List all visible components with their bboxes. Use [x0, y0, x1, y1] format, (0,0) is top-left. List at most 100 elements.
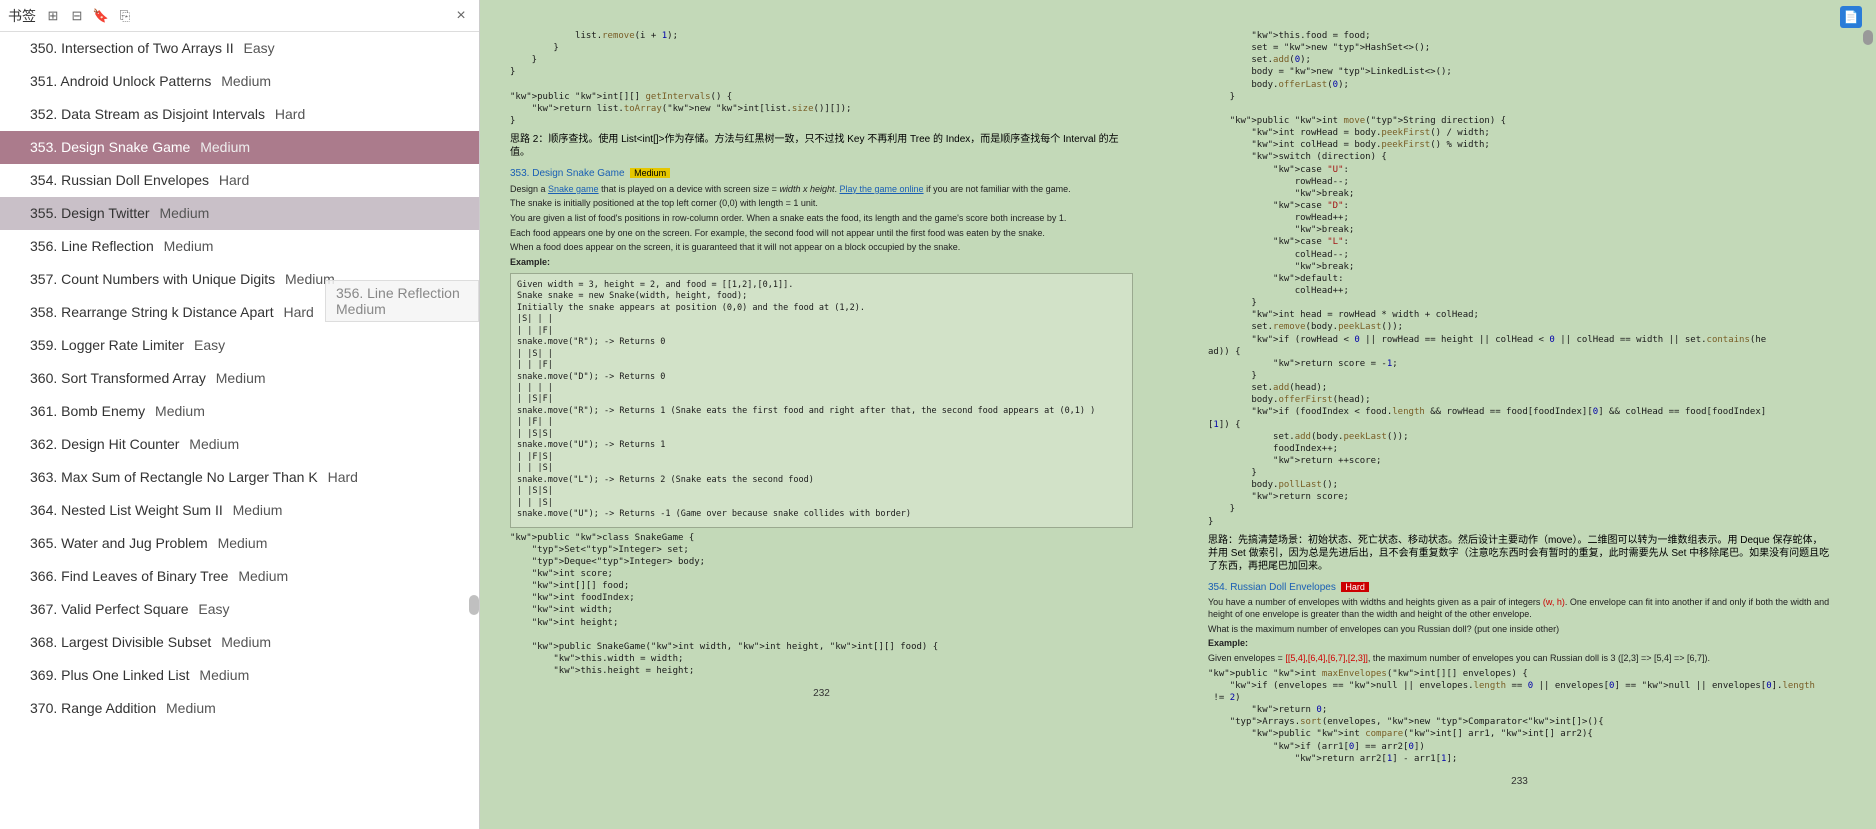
bookmark-difficulty: Medium [229, 502, 283, 518]
problem-353-heading: 353. Design Snake Game Medium [510, 167, 1133, 181]
content-scrollbar-thumb[interactable] [1863, 30, 1873, 45]
code-line: "kw">case "U": [1208, 164, 1831, 176]
code-line: list.remove(i + 1); [510, 30, 1133, 42]
code-block: "kw">public "kw">class SnakeGame { "typ"… [510, 532, 1133, 678]
snake-game-link[interactable]: Snake game [548, 184, 599, 194]
bookmark-title: 362. Design Hit Counter [30, 436, 179, 452]
code-line: "kw">break; [1208, 261, 1831, 273]
bookmark-item[interactable]: 360. Sort Transformed Array Medium [0, 362, 479, 395]
bookmark-item[interactable]: 365. Water and Jug Problem Medium [0, 527, 479, 560]
play-online-link[interactable]: Play the game online [840, 184, 924, 194]
bookmark-difficulty: Medium [212, 370, 266, 386]
bookmark-item[interactable]: 364. Nested List Weight Sum II Medium [0, 494, 479, 527]
code-line: "kw">this.width = width; [510, 653, 1133, 665]
code-block: list.remove(i + 1); } }} "kw">public "kw… [510, 30, 1133, 127]
code-line: } [510, 115, 1133, 127]
code-line: "kw">return score = -1; [1208, 358, 1831, 370]
code-line: } [1208, 503, 1831, 515]
code-line: } [1208, 297, 1831, 309]
code-line: set.remove(body.peekLast()); [1208, 321, 1831, 333]
code-line: } [1208, 370, 1831, 382]
bookmark-title: 370. Range Addition [30, 700, 156, 716]
bookmark-item[interactable]: 368. Largest Divisible Subset Medium [0, 626, 479, 659]
bookmark-list: 350. Intersection of Two Arrays II Easy3… [0, 32, 479, 829]
bookmark-difficulty: Medium [217, 73, 271, 89]
bookmark-item[interactable]: 369. Plus One Linked List Medium [0, 659, 479, 692]
page-number: 233 [1208, 775, 1831, 789]
code-line: body.pollLast(); [1208, 479, 1831, 491]
code-line: "kw">if (foodIndex < food.length && rowH… [1208, 406, 1831, 418]
code-line: "kw">public "kw">int move("typ">String d… [1208, 115, 1831, 127]
expand-bookmark-icon[interactable]: ⊞ [44, 7, 62, 25]
bookmark-item[interactable]: 363. Max Sum of Rectangle No Larger Than… [0, 461, 479, 494]
bookmark-item[interactable]: 350. Intersection of Two Arrays II Easy [0, 32, 479, 65]
bookmark-title: 369. Plus One Linked List [30, 667, 190, 683]
code-line: "kw">switch (direction) { [1208, 151, 1831, 163]
bookmark-title: 360. Sort Transformed Array [30, 370, 206, 386]
code-line: "kw">int score; [510, 568, 1133, 580]
code-line: "kw">public "kw">int maxEnvelopes("kw">i… [1208, 668, 1831, 680]
bookmark-title: 359. Logger Rate Limiter [30, 337, 184, 353]
bookmark-item[interactable]: 355. Design Twitter Medium [0, 197, 479, 230]
code-line: "typ">Set<"typ">Integer> set; [510, 544, 1133, 556]
code-block: "kw">this.food = food; set = "kw">new "t… [1208, 30, 1831, 528]
code-line: "kw">break; [1208, 224, 1831, 236]
code-line: "kw">if (envelopes == "kw">null || envel… [1208, 680, 1831, 692]
bookmark-item[interactable]: 361. Bomb Enemy Medium [0, 395, 479, 428]
code-line: "kw">public "kw">int[][] getIntervals() … [510, 91, 1133, 103]
code-line: set.add(0); [1208, 54, 1831, 66]
problem-text: When a food does appear on the screen, i… [510, 242, 1133, 254]
close-sidebar-button[interactable]: × [451, 7, 471, 25]
code-line: } [510, 66, 1133, 78]
bookmark-page-icon[interactable]: 🔖 [92, 7, 110, 25]
code-line: colHead++; [1208, 285, 1831, 297]
document-options-icon[interactable]: 📄 [1840, 6, 1862, 28]
bookmark-item[interactable]: 359. Logger Rate Limiter Easy [0, 329, 479, 362]
bookmark-title: 351. Android Unlock Patterns [30, 73, 211, 89]
bookmark-item[interactable]: 358. Rearrange String k Distance Apart H… [0, 296, 479, 329]
code-line: [1]) { [1208, 419, 1831, 431]
bookmark-difficulty: Hard [324, 469, 358, 485]
bookmark-item[interactable]: 370. Range Addition Medium [0, 692, 479, 725]
code-line: != 2) [1208, 692, 1831, 704]
bookmark-item[interactable]: 351. Android Unlock Patterns Medium [0, 65, 479, 98]
code-line: "kw">return ++score; [1208, 455, 1831, 467]
bookmark-item[interactable]: 352. Data Stream as Disjoint Intervals H… [0, 98, 479, 131]
bookmark-difficulty: Medium [156, 205, 210, 221]
problem-text: Each food appears one by one on the scre… [510, 228, 1133, 240]
code-line: "kw">return 0; [1208, 704, 1831, 716]
bookmark-item[interactable]: 353. Design Snake Game Medium [0, 131, 479, 164]
collapse-bookmark-icon[interactable]: ⊟ [68, 7, 86, 25]
problem-number: 354. Russian Doll Envelopes [1208, 582, 1336, 593]
code-line: "kw">this.food = food; [1208, 30, 1831, 42]
explanation-text: 思路：先搞清楚场景：初始状态、死亡状态、移动状态。然后设计主要动作（move）。… [1208, 534, 1831, 573]
bookmark-title: 350. Intersection of Two Arrays II [30, 40, 234, 56]
problem-text: Given envelopes = [[5,4],[6,4],[6,7],[2,… [1208, 653, 1831, 665]
bookmark-item[interactable]: 354. Russian Doll Envelopes Hard [0, 164, 479, 197]
example-box: Given width = 3, height = 2, and food = … [510, 273, 1133, 528]
code-line: "kw">return score; [1208, 491, 1831, 503]
bookmark-ribbon-icon[interactable]: ⎘ [116, 7, 134, 25]
code-line: colHead--; [1208, 249, 1831, 261]
code-line: } [510, 54, 1133, 66]
code-line: body = "kw">new "typ">LinkedList<>(); [1208, 66, 1831, 78]
code-line [510, 629, 1133, 641]
bookmark-item[interactable]: 366. Find Leaves of Binary Tree Medium [0, 560, 479, 593]
problem-text: The snake is initially positioned at the… [510, 198, 1133, 210]
code-line: "kw">int head = rowHead * width + colHea… [1208, 309, 1831, 321]
content-scrollbar-track[interactable] [1863, 30, 1873, 799]
page-left: list.remove(i + 1); } }} "kw">public "kw… [490, 30, 1168, 799]
document-content: 📄 list.remove(i + 1); } }} "kw">public "… [480, 0, 1876, 829]
sidebar-scrollbar-thumb[interactable] [469, 595, 479, 615]
bookmark-item[interactable]: 356. Line Reflection Medium [0, 230, 479, 263]
bookmark-item[interactable]: 367. Valid Perfect Square Easy [0, 593, 479, 626]
problem-number: 353. Design Snake Game [510, 168, 625, 179]
bookmark-item[interactable]: 362. Design Hit Counter Medium [0, 428, 479, 461]
bookmark-difficulty: Easy [195, 601, 230, 617]
bookmark-item[interactable]: 357. Count Numbers with Unique Digits Me… [0, 263, 479, 296]
code-line: "kw">int foodIndex; [510, 592, 1133, 604]
bookmark-title: 352. Data Stream as Disjoint Intervals [30, 106, 265, 122]
bookmark-difficulty: Medium [281, 271, 335, 287]
bookmark-title: 355. Design Twitter [30, 205, 150, 221]
example-label: Example: [1208, 638, 1831, 650]
